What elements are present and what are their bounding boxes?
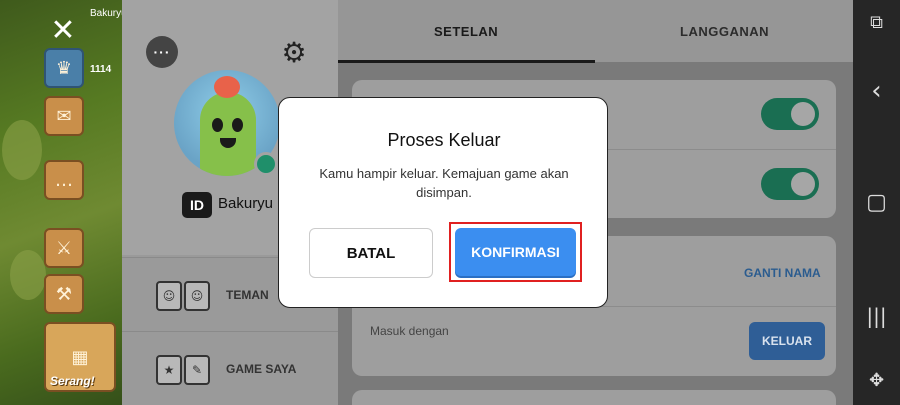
profile-username: Bakuryu (218, 195, 274, 212)
logout-button[interactable]: KELUAR (749, 322, 825, 360)
cancel-button[interactable]: BATAL (309, 228, 433, 278)
login-with-label: Masuk dengan (370, 324, 449, 338)
menu-item-label: TEMAN (226, 288, 269, 302)
close-icon[interactable]: ✕ (48, 16, 78, 46)
terrain-patch (10, 250, 46, 300)
menu-item-my-games[interactable]: ★ ✎ GAME SAYA (122, 331, 338, 405)
confirm-button[interactable]: KONFIRMASI (455, 228, 576, 276)
builder-icon[interactable]: ⚒ (44, 274, 84, 314)
id-badge: ID (182, 192, 212, 218)
toggle-switch[interactable] (761, 168, 819, 200)
my-games-icon: ★ ✎ (156, 354, 210, 386)
avatar-eye (212, 118, 223, 132)
menu-item-label: GAME SAYA (226, 362, 297, 376)
battle-icon[interactable]: ⚔ (44, 228, 84, 268)
terrain-patch (2, 120, 42, 180)
recents-icon[interactable]: ||| (853, 304, 900, 328)
chat-bubble-icon[interactable]: ··· (146, 36, 178, 68)
game-background: ✕ Bakuryu ♛ 1114 ✉ … ⚔ ⚒ ▦ Serang! (0, 0, 127, 405)
trophy-icon[interactable]: ♛ (44, 48, 84, 88)
friends-icon: ☺ ☺ (156, 280, 210, 312)
next-card (352, 390, 836, 405)
confirm-highlight: KONFIRMASI (449, 222, 582, 282)
home-icon[interactable]: ▢ (853, 190, 900, 215)
gear-icon[interactable]: ⚙ (278, 36, 310, 69)
tab-subscriptions[interactable]: LANGGANAN (680, 24, 769, 39)
logout-dialog: Proses Keluar Kamu hampir keluar. Kemaju… (278, 97, 608, 308)
screenshot-icon[interactable]: ⧉ (853, 12, 900, 33)
trophy-count: 1114 (90, 64, 112, 75)
system-nav-bar: ⧉ ‹ ▢ ||| ✥ (853, 0, 900, 405)
dialog-message: Kamu hampir keluar. Kemajuan game akan d… (319, 166, 569, 200)
chat-icon[interactable]: … (44, 160, 84, 200)
tab-bar: SETELAN LANGGANAN (338, 0, 853, 63)
avatar-eye (232, 118, 243, 132)
avatar-mouth (220, 138, 236, 148)
rename-link[interactable]: GANTI NAMA (744, 266, 821, 280)
attack-button-label[interactable]: Serang! (50, 374, 95, 388)
avatar-flower (214, 76, 240, 98)
tab-settings[interactable]: SETELAN (434, 24, 498, 39)
active-tab-indicator (338, 60, 595, 63)
dialog-title: Proses Keluar (387, 130, 501, 150)
back-icon[interactable]: ‹ (853, 76, 900, 106)
game-tools-icon[interactable]: ✥ (853, 370, 900, 391)
online-status-dot (254, 152, 278, 176)
mail-icon[interactable]: ✉ (44, 96, 84, 136)
avatar-character (200, 92, 256, 176)
toggle-switch[interactable] (761, 98, 819, 130)
